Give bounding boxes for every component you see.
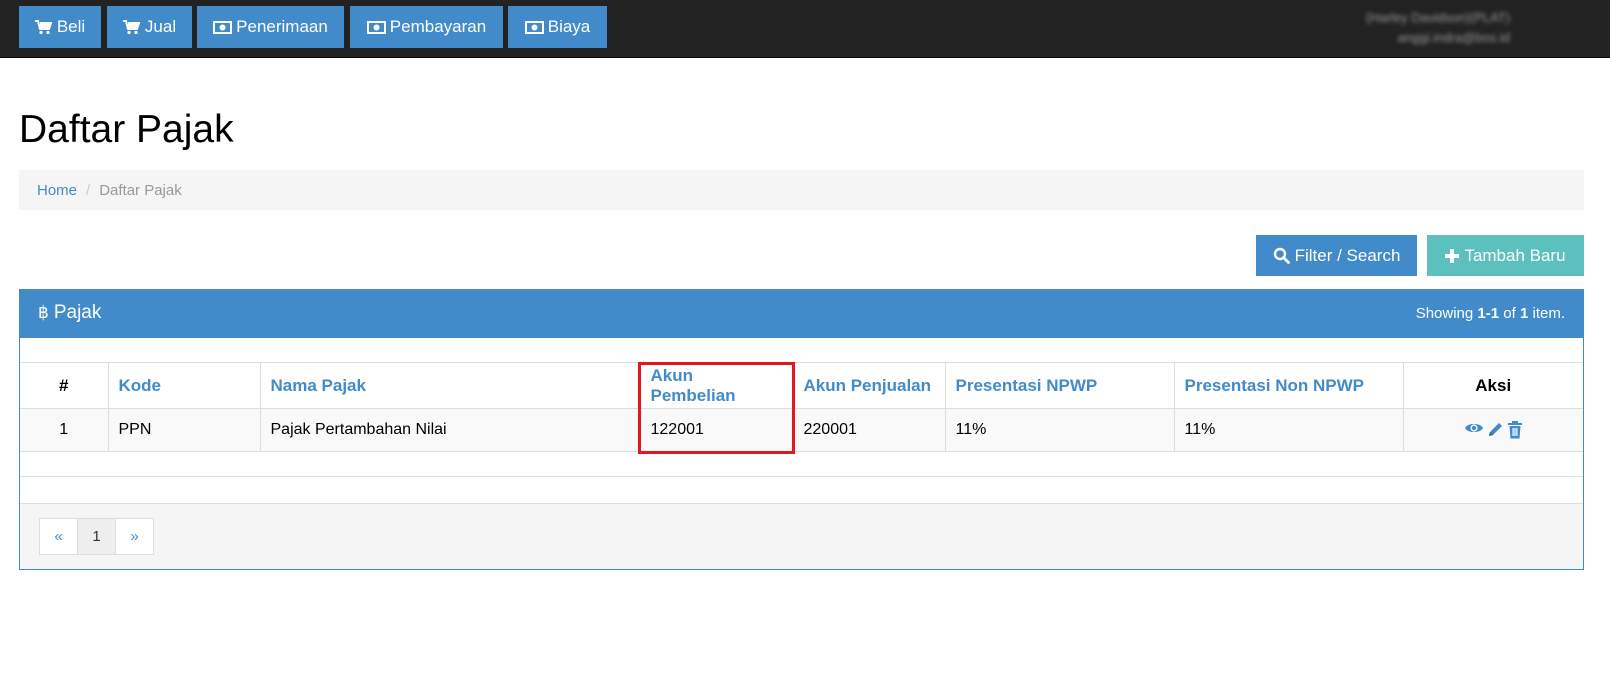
panel-heading: ฿ Pajak Showing 1-1 of 1 item.	[20, 290, 1583, 338]
nav-penerimaan-button[interactable]: Penerimaan	[197, 6, 344, 48]
breadcrumb-current: Daftar Pajak	[99, 181, 182, 199]
nav-biaya-button[interactable]: Biaya	[508, 6, 607, 48]
nav-pembayaran-label: Pembayaran	[389, 17, 487, 36]
breadcrumb: Home / Daftar Pajak	[19, 170, 1584, 210]
panel-title-text: Pajak	[53, 302, 102, 323]
plus-icon	[1445, 248, 1460, 263]
cell-akun-penjualan: 220001	[793, 408, 946, 452]
add-new-button[interactable]: Tambah Baru	[1427, 235, 1584, 276]
cell-actions	[1403, 408, 1583, 452]
cell-kode: PPN	[108, 408, 261, 452]
panel-title: ฿ Pajak	[38, 302, 101, 324]
tax-table: # Kode Nama Pajak Akun Pembelian Akun Pe…	[20, 362, 1583, 502]
results-summary: Showing 1-1 of 1 item.	[1416, 305, 1565, 322]
search-icon	[1273, 247, 1290, 264]
cell-nama-pajak: Pajak Pertambahan Nilai	[260, 408, 641, 452]
money-icon	[524, 20, 544, 34]
cart-icon	[34, 19, 53, 35]
summary-prefix: Showing	[1415, 305, 1478, 322]
column-header-presentasi-non-npwp[interactable]: Presentasi Non NPWP	[1174, 362, 1404, 409]
add-new-label: Tambah Baru	[1464, 245, 1566, 265]
summary-mid: of	[1499, 305, 1520, 322]
top-navbar: Beli Jual Penerimaan Pembayaran Biaya (H…	[0, 0, 1610, 58]
panel-footer: « 1 »	[20, 503, 1583, 569]
baht-icon: ฿	[38, 303, 49, 322]
cell-presentasi-non-npwp: 11%	[1174, 408, 1404, 452]
column-header-kode[interactable]: Kode	[108, 362, 261, 409]
eye-icon[interactable]	[1464, 421, 1484, 439]
breadcrumb-home-link[interactable]: Home	[37, 182, 77, 199]
page-title: Daftar Pajak	[19, 108, 234, 151]
pencil-icon[interactable]	[1487, 421, 1504, 439]
column-header-akun-penjualan[interactable]: Akun Penjualan	[793, 362, 946, 409]
user-info[interactable]: (Harley Davidson)(PLAT) anggi.indra@bos.…	[1366, 8, 1510, 48]
user-email: anggi.indra@bos.id	[1397, 30, 1510, 45]
filter-search-label: Filter / Search	[1294, 245, 1401, 265]
table-empty-row	[20, 451, 1583, 477]
breadcrumb-separator: /	[86, 181, 91, 199]
table-header-row: # Kode Nama Pajak Akun Pembelian Akun Pe…	[20, 362, 1583, 409]
cell-number: 1	[20, 408, 109, 452]
user-name: (Harley Davidson)(PLAT)	[1365, 10, 1510, 25]
column-header-presentasi-npwp[interactable]: Presentasi NPWP	[945, 362, 1175, 409]
pagination-next[interactable]: »	[115, 518, 154, 555]
table-empty-row	[20, 476, 1583, 502]
nav-beli-button[interactable]: Beli	[19, 6, 101, 48]
nav-beli-label: Beli	[56, 17, 86, 36]
cart-icon	[122, 19, 141, 35]
cell-akun-pembelian: 122001	[640, 408, 794, 452]
nav-penerimaan-label: Penerimaan	[236, 17, 328, 36]
nav-pembayaran-button[interactable]: Pembayaran	[350, 6, 503, 48]
column-header-nama-pajak[interactable]: Nama Pajak	[260, 362, 641, 409]
column-header-number: #	[20, 362, 109, 409]
table-row: 1 PPN Pajak Pertambahan Nilai 122001 220…	[20, 408, 1583, 452]
column-header-aksi: Aksi	[1403, 362, 1583, 409]
pagination-prev[interactable]: «	[39, 518, 78, 555]
summary-range: 1-1	[1477, 305, 1500, 322]
pagination-page-1[interactable]: 1	[77, 518, 116, 555]
nav-jual-label: Jual	[144, 17, 177, 36]
summary-suffix: item.	[1528, 305, 1565, 322]
filter-search-button[interactable]: Filter / Search	[1256, 235, 1417, 276]
pagination: « 1 »	[39, 518, 154, 555]
nav-jual-button[interactable]: Jual	[107, 6, 192, 48]
money-icon	[366, 20, 386, 34]
trash-icon[interactable]	[1507, 421, 1523, 439]
nav-biaya-label: Biaya	[547, 17, 591, 36]
tax-panel: ฿ Pajak Showing 1-1 of 1 item. # Kode Na…	[19, 289, 1584, 570]
cell-presentasi-npwp: 11%	[945, 408, 1175, 452]
column-header-akun-pembelian[interactable]: Akun Pembelian	[640, 362, 794, 409]
money-icon	[213, 20, 233, 34]
